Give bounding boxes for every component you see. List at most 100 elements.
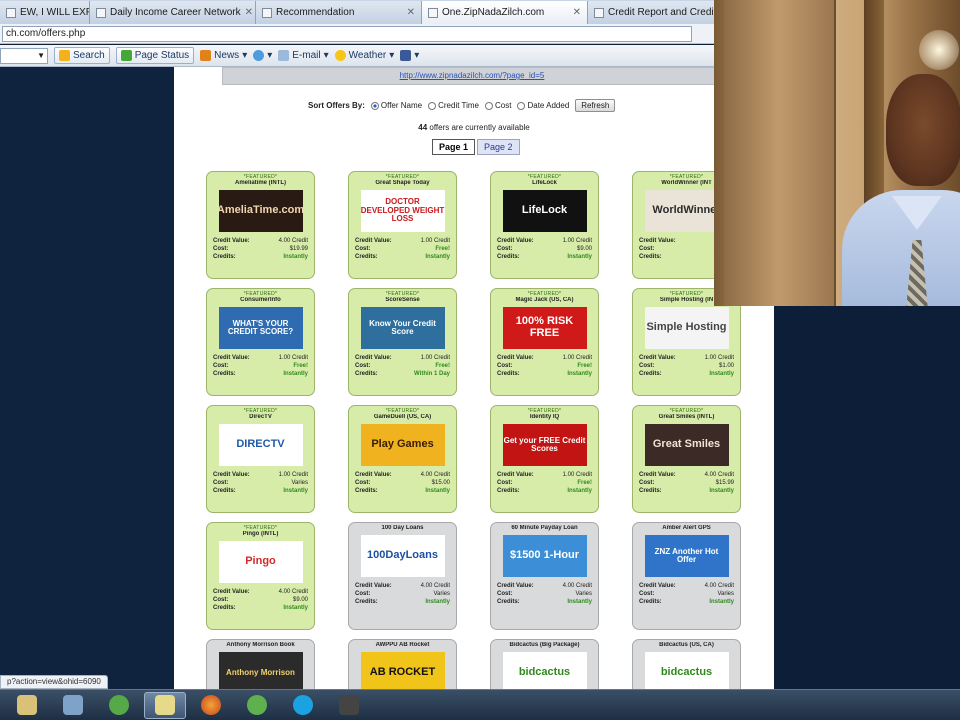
chevron-down-icon: ▾ <box>414 50 420 61</box>
url-input[interactable]: ch.com/offers.php <box>2 25 692 42</box>
taskbar-item-tool[interactable] <box>52 692 94 719</box>
radio-icon[interactable] <box>517 101 526 110</box>
page-2-button[interactable]: Page 2 <box>477 139 520 155</box>
browser-toolbar: ▼ Search Page Status News ▾ ▾ E-mail ▾ W… <box>0 45 720 67</box>
credit-value-row: Credit Value: 1.00 Credit <box>497 355 592 361</box>
offer-card[interactable]: *FEATURED* ScoreSense Know Your Credit Sco… <box>348 288 457 396</box>
right-background-panel <box>774 306 960 689</box>
windows-taskbar <box>0 689 960 720</box>
taskbar-item-recorder[interactable] <box>328 692 370 719</box>
cost-row: Cost: $1.00 <box>639 363 734 369</box>
offer-card[interactable]: *FEATURED* GameDuell (US, CA) Play Games Cr… <box>348 405 457 513</box>
tab-1[interactable]: Daily Income Career Network ✕ <box>90 1 256 24</box>
offer-banner-image[interactable]: Play Games <box>360 424 445 466</box>
offer-card[interactable]: *FEATURED* LifeLock LifeLock Credit Value: 1… <box>490 171 599 279</box>
close-icon[interactable]: ✕ <box>407 7 415 18</box>
offer-banner-image[interactable]: 100% RISK FREE <box>502 307 587 349</box>
taskbar-item-notes[interactable] <box>144 691 186 719</box>
offer-banner-image[interactable]: bidcactus <box>502 652 587 689</box>
offer-banner-image[interactable]: AmeliaTime.com <box>218 190 303 232</box>
offer-card[interactable]: 60 Minute Payday Loan $1500 1-Hour Credit … <box>490 522 599 630</box>
offer-banner-image[interactable]: WHAT'S YOUR CREDIT SCORE? <box>218 307 303 349</box>
offer-banner-image[interactable]: Great Smiles <box>644 424 729 466</box>
offer-card[interactable]: Bidcactus (Big Package) bidcactus <box>490 639 599 689</box>
offer-banner-image[interactable]: Get your FREE Credit Scores <box>502 424 587 466</box>
offer-card[interactable]: Bidcactus (US, CA) bidcactus <box>632 639 741 689</box>
offer-banner-image[interactable]: 100DayLoans <box>360 535 445 577</box>
sort-option-date-added[interactable]: Date Added <box>517 101 569 110</box>
offer-details: Credit Value: 4.00 Credit Cost: $15.99 Credi… <box>639 471 734 495</box>
webcam-background-door <box>724 0 836 306</box>
offer-banner-image[interactable]: DIRECTV <box>218 424 303 466</box>
taskbar-item-skype[interactable] <box>282 692 324 719</box>
search-engine-select[interactable]: ▼ <box>0 47 48 64</box>
page-1-button[interactable]: Page 1 <box>432 139 476 155</box>
offer-card[interactable]: 100 Day Loans 100DayLoans Credit Value: 4.0… <box>348 522 457 630</box>
radio-icon[interactable] <box>428 101 437 110</box>
offer-card[interactable]: *FEATURED* Ameliatime (INTL) AmeliaTime.co… <box>206 171 315 279</box>
offer-banner-image[interactable]: $1500 1-Hour <box>502 535 587 577</box>
offer-card[interactable]: *FEATURED* Magic Jack (US, CA) 100% RISK F… <box>490 288 599 396</box>
offer-title: LifeLock <box>532 180 557 186</box>
offer-title: AWPPU AB Rocket <box>375 642 430 648</box>
sort-option-credit-time[interactable]: Credit Time <box>428 101 479 110</box>
taskbar-item-messenger[interactable] <box>98 692 140 719</box>
tab-4[interactable]: Credit Report and Credit F <box>588 1 720 24</box>
offer-banner-image[interactable]: Pingo <box>218 541 303 583</box>
news-button[interactable]: News ▾ <box>200 50 247 61</box>
sort-option-offer-name[interactable]: Offer Name <box>370 101 422 110</box>
tab-label: Recommendation <box>276 7 355 18</box>
weather-button[interactable]: Weather ▾ <box>334 50 394 61</box>
facebook-icon <box>400 50 412 61</box>
messenger-icon <box>253 50 265 61</box>
offer-banner-image[interactable]: Simple Hosting <box>644 307 729 349</box>
offer-banner-image[interactable]: DOCTOR DEVELOPED WEIGHT LOSS <box>360 190 445 232</box>
offer-card[interactable]: *FEATURED* DirecTV DIRECTV Credit Value: 1.0… <box>206 405 315 513</box>
offer-banner-image[interactable]: AB ROCKET <box>360 652 445 689</box>
offer-card[interactable]: AWPPU AB Rocket AB ROCKET <box>348 639 457 689</box>
radio-icon[interactable] <box>370 101 379 110</box>
cost-row: Cost: Free! <box>497 363 592 369</box>
offer-title: Bidcactus (Big Package) <box>509 642 580 648</box>
banner-link[interactable]: http://www.zipnadazilch.com/?page_id=5 <box>400 71 545 80</box>
offer-card[interactable]: Anthony Morrison Book Anthony Morrison <box>206 639 315 689</box>
cost-row: Cost: $19.99 <box>213 246 308 252</box>
chevron-down-icon: ▾ <box>242 50 248 61</box>
sun-icon <box>334 50 346 61</box>
tab-label: Credit Report and Credit F <box>608 7 720 18</box>
tab-2[interactable]: Recommendation ✕ <box>256 1 422 24</box>
offer-banner-image[interactable]: bidcactus <box>644 652 729 689</box>
offer-card[interactable]: *FEATURED* Identity IQ Get your FREE Credi… <box>490 405 599 513</box>
sort-option-cost[interactable]: Cost <box>485 101 511 110</box>
offer-card[interactable]: *FEATURED* Pingo (INTL) Pingo Credit Value:… <box>206 522 315 630</box>
taskbar-item-firefox[interactable] <box>190 692 232 719</box>
email-button[interactable]: E-mail ▾ <box>278 50 329 61</box>
offer-title: GameDuell (US, CA) <box>373 414 432 420</box>
close-icon[interactable]: ✕ <box>573 7 581 18</box>
offer-card[interactable]: Amber Alert GPS ZNZ Another Hot Offer Cred… <box>632 522 741 630</box>
offer-banner-image[interactable]: Know Your Credit Score <box>360 307 445 349</box>
favicon-icon <box>594 7 604 18</box>
radio-icon[interactable] <box>485 101 494 110</box>
offer-banner-image[interactable]: LifeLock <box>502 190 587 232</box>
refresh-button[interactable]: Refresh <box>575 99 616 112</box>
messenger-icon <box>109 695 129 715</box>
offer-card[interactable]: *FEATURED* Great Shape Today DOCTOR DEVELO… <box>348 171 457 279</box>
offer-details: Credit Value: 4.00 Credit Cost: Varies Credi… <box>497 582 592 606</box>
search-button[interactable]: Search <box>54 47 110 64</box>
facebook-button[interactable]: ▾ <box>400 50 419 61</box>
page-status-button[interactable]: Page Status <box>115 47 195 64</box>
taskbar-item-folder[interactable] <box>6 692 48 719</box>
offer-banner-image[interactable]: Anthony Morrison <box>218 652 303 689</box>
offer-title: Identity IQ <box>529 414 560 420</box>
tab-3[interactable]: One.ZipNadaZilch.com ✕ <box>422 1 588 24</box>
site-banner: http://www.zipnadazilch.com/?page_id=5 <box>222 67 722 85</box>
tab-0[interactable]: EW, I WILL EXP...✕ <box>0 1 90 24</box>
taskbar-item-messenger-2[interactable] <box>236 692 278 719</box>
offer-card[interactable]: *FEATURED* ConsumerInfo WHAT'S YOUR CREDIT… <box>206 288 315 396</box>
messenger-button[interactable]: ▾ <box>253 50 272 61</box>
close-icon[interactable]: ✕ <box>245 7 253 18</box>
offer-banner-image[interactable]: ZNZ Another Hot Offer <box>644 535 729 577</box>
offer-title: Anthony Morrison Book <box>226 642 295 648</box>
offer-card[interactable]: *FEATURED* Great Smiles (INTL) Great Smile… <box>632 405 741 513</box>
